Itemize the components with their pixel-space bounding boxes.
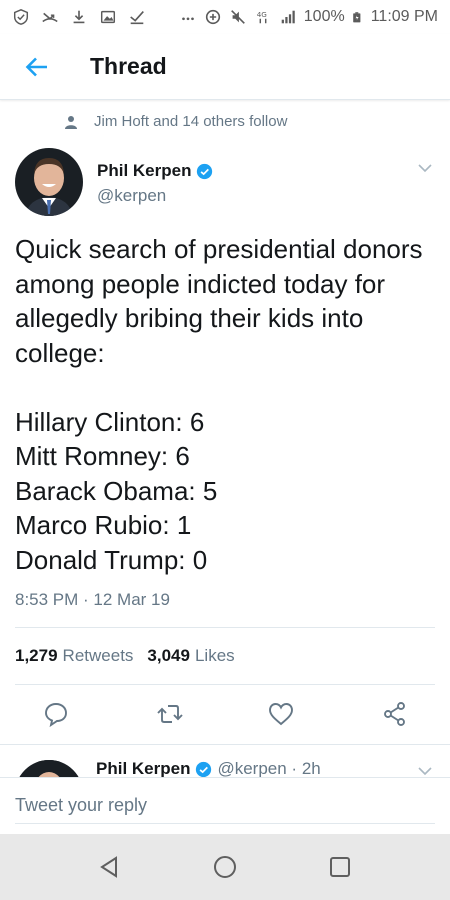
data-saver-icon: [205, 9, 220, 25]
mute-icon: [230, 10, 245, 24]
back-button[interactable]: [22, 52, 52, 82]
like-icon[interactable]: [267, 700, 295, 728]
page-title: Thread: [90, 53, 167, 79]
app-bar: Thread: [0, 34, 450, 100]
shield-check-icon: [13, 9, 29, 25]
system-nav-bar: [0, 834, 450, 900]
divider: [15, 684, 435, 685]
avatar[interactable]: [15, 760, 83, 777]
tweet-stats: 1,279 Retweets 3,049 Likes: [15, 646, 235, 666]
recents-square-icon[interactable]: [326, 853, 354, 881]
download-icon: [73, 10, 85, 24]
avatar[interactable]: [15, 148, 83, 216]
social-context[interactable]: Jim Hoft and 14 others follow: [64, 113, 287, 130]
chevron-down-icon[interactable]: [417, 763, 433, 777]
tweet-actions: [0, 700, 450, 730]
reply-input[interactable]: [15, 788, 435, 824]
clock: 11:09 PM: [370, 8, 438, 25]
author-name: Phil Kerpen: [96, 759, 191, 777]
back-triangle-icon[interactable]: [96, 853, 124, 881]
next-tweet-header: Phil Kerpen @kerpen · 2h: [96, 759, 321, 777]
avatar-image: [15, 148, 83, 216]
missed-call-icon: [42, 12, 58, 23]
chevron-down-icon[interactable]: [417, 160, 433, 176]
battery-percent: 100%: [303, 8, 345, 25]
author-handle-time: @kerpen · 2h: [217, 759, 321, 777]
4g-icon: 4G: [256, 10, 267, 24]
verified-badge-icon: [197, 163, 213, 179]
verified-badge-icon: [196, 761, 212, 777]
person-icon: [65, 115, 77, 129]
retweet-icon[interactable]: [156, 700, 184, 728]
more-dots-icon: [181, 17, 194, 21]
next-tweet[interactable]: Phil Kerpen @kerpen · 2h: [0, 744, 450, 777]
reply-icon[interactable]: [42, 700, 70, 728]
author-handle: @kerpen: [97, 186, 167, 205]
reply-bar: [0, 777, 450, 834]
retweets-label[interactable]: Retweets: [63, 646, 134, 666]
status-bar: 4G 100% 11:09 PM: [0, 0, 450, 34]
share-icon[interactable]: [381, 700, 409, 728]
likes-count[interactable]: 3,049: [147, 646, 190, 666]
network-type: 4G: [256, 10, 266, 19]
author-name: Phil Kerpen: [97, 161, 192, 180]
likes-label[interactable]: Likes: [195, 646, 235, 666]
divider: [15, 627, 435, 628]
system-icons: 4G 100% 11:09 PM: [179, 8, 438, 26]
gallery-icon: [100, 10, 116, 24]
check-icon: [130, 11, 144, 25]
battery-icon: [352, 12, 361, 23]
tweet-timestamp[interactable]: 8:53 PM · 12 Mar 19: [15, 590, 170, 610]
home-circle-icon[interactable]: [211, 853, 239, 881]
avatar-image: [15, 760, 83, 777]
tweet-text: Quick search of presidential donors amon…: [15, 234, 423, 575]
author-info[interactable]: Phil Kerpen @kerpen: [97, 161, 213, 206]
arrow-left-icon: [25, 57, 47, 76]
retweets-count[interactable]: 1,279: [15, 646, 58, 666]
notification-icons: [12, 8, 146, 26]
signal-icon: [281, 10, 295, 24]
social-context-text: Jim Hoft and 14 others follow: [94, 113, 288, 130]
